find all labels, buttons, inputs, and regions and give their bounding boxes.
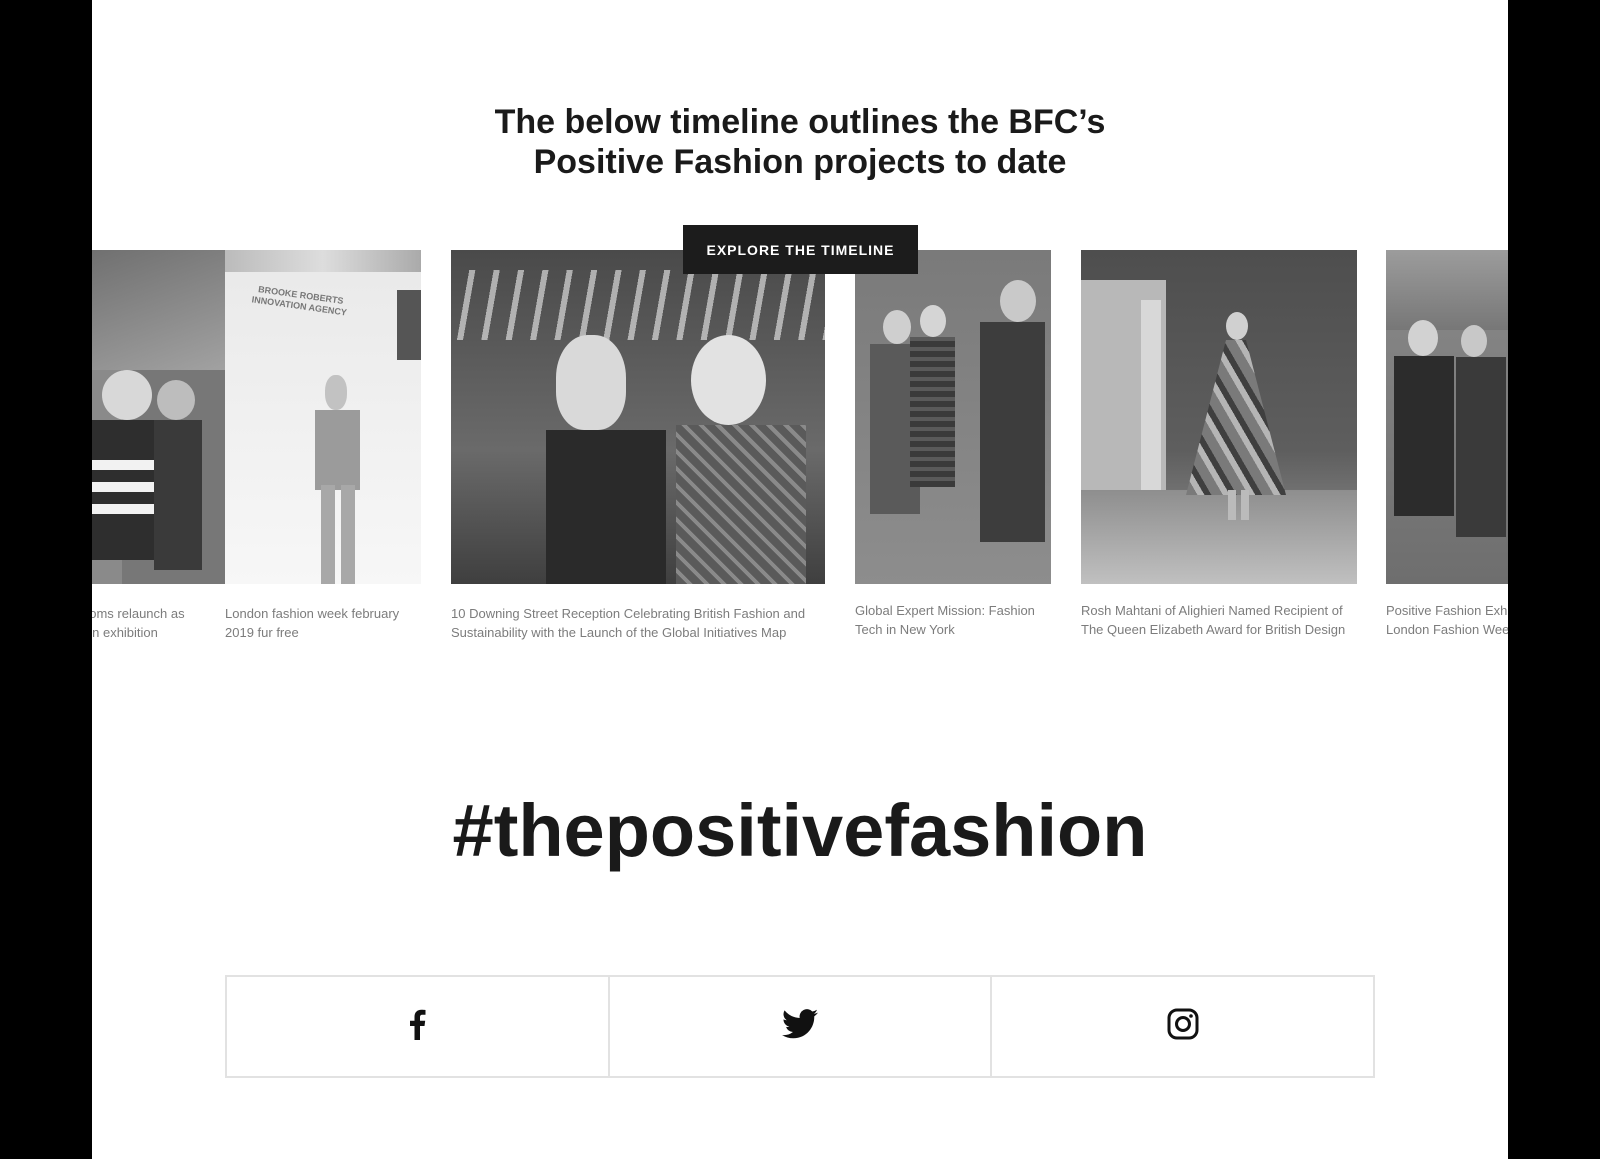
explore-timeline-button[interactable]: EXPLORE THE TIMELINE <box>683 225 918 274</box>
timeline-caption: London fashion week february 2019 fur fr… <box>225 606 400 640</box>
timeline-card[interactable]: BROOKE ROBERTS INNOVATION AGENCY London … <box>225 250 421 642</box>
timeline-card[interactable]: Global Expert Mission: Fashion Tech in N… <box>855 250 1051 639</box>
heading-line-1: The below timeline outlines the BFC’s <box>494 103 1106 141</box>
instagram-link[interactable] <box>992 977 1373 1076</box>
section-heading: The below timeline outlines the BFC’s Po… <box>92 102 1508 182</box>
timeline-caption: Positive Fashion Exhi London Fashion Wee <box>1386 603 1508 637</box>
timeline-photo[interactable] <box>1081 250 1357 584</box>
timeline-photo[interactable] <box>1386 250 1508 584</box>
timeline-caption: 10 Downing Street Reception Celebrating … <box>451 606 806 640</box>
facebook-icon <box>407 1008 427 1045</box>
timeline-carousel[interactable]: ooms relaunch as ion exhibition BROOKE R… <box>92 250 1508 670</box>
hashtag-title: #thepositivefashion <box>452 789 1148 872</box>
timeline-card[interactable]: 10 Downing Street Reception Celebrating … <box>451 250 825 642</box>
twitter-link[interactable] <box>610 977 993 1076</box>
timeline-card[interactable]: Rosh Mahtani of Alighieri Named Recipien… <box>1081 250 1357 639</box>
timeline-photo[interactable] <box>451 250 825 584</box>
page: The below timeline outlines the BFC’s Po… <box>92 0 1508 1159</box>
timeline-photo[interactable] <box>855 250 1051 584</box>
social-links <box>225 975 1375 1078</box>
timeline-caption: Global Expert Mission: Fashion Tech in N… <box>855 603 1035 637</box>
timeline-card[interactable]: Positive Fashion Exhi London Fashion Wee <box>1386 250 1508 639</box>
twitter-icon <box>782 1009 818 1044</box>
heading-line-2: Positive Fashion projects to date <box>533 143 1067 181</box>
timeline-photo[interactable]: BROOKE ROBERTS INNOVATION AGENCY <box>225 250 421 584</box>
timeline-caption: Rosh Mahtani of Alighieri Named Recipien… <box>1081 603 1346 637</box>
sign-text: BROOKE ROBERTS INNOVATION AGENCY <box>251 284 348 318</box>
instagram-icon <box>1167 1008 1199 1045</box>
facebook-link[interactable] <box>227 977 610 1076</box>
